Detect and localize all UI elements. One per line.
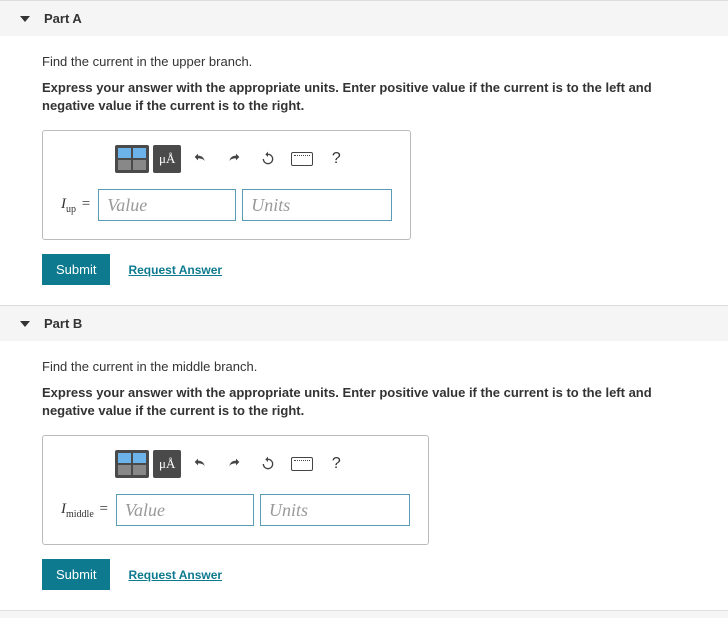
- reset-icon: [260, 456, 276, 472]
- undo-icon: [192, 151, 208, 167]
- fraction-template-button[interactable]: [115, 450, 149, 478]
- fraction-template-button[interactable]: [115, 145, 149, 173]
- keyboard-icon: [291, 152, 313, 166]
- part-b-body: Find the current in the middle branch. E…: [0, 341, 728, 610]
- part-b-answer-box: μÅ ? Imiddle: [42, 435, 429, 545]
- undo-button[interactable]: [185, 145, 215, 173]
- part-a-input-row: Iup =: [61, 189, 392, 221]
- help-icon: ?: [332, 455, 341, 473]
- redo-button[interactable]: [219, 145, 249, 173]
- part-a-body: Find the current in the upper branch. Ex…: [0, 36, 728, 305]
- var-subscript: up: [66, 204, 76, 215]
- keyboard-button[interactable]: [287, 450, 317, 478]
- part-b-section: Part B Find the current in the middle br…: [0, 305, 728, 610]
- undo-icon: [192, 456, 208, 472]
- part-a-instructions: Express your answer with the appropriate…: [42, 79, 708, 114]
- units-symbol-button[interactable]: μÅ: [153, 450, 181, 478]
- part-b-value-input[interactable]: [116, 494, 254, 526]
- part-a-units-input[interactable]: [242, 189, 392, 221]
- help-button[interactable]: ?: [321, 450, 351, 478]
- fraction-icon: [118, 453, 146, 475]
- part-a-variable-label: Iup =: [61, 196, 92, 215]
- equals-sign: =: [100, 501, 108, 517]
- part-a-prompt: Find the current in the upper branch.: [42, 54, 708, 69]
- units-symbol-button[interactable]: μÅ: [153, 145, 181, 173]
- part-b-actions: Submit Request Answer: [42, 559, 708, 590]
- reset-icon: [260, 151, 276, 167]
- part-a-value-input[interactable]: [98, 189, 236, 221]
- undo-button[interactable]: [185, 450, 215, 478]
- part-b-instructions: Express your answer with the appropriate…: [42, 384, 708, 419]
- part-a-header[interactable]: Part A: [0, 1, 728, 36]
- part-a-answer-box: μÅ ? Iup =: [42, 130, 411, 240]
- part-b-toolbar: μÅ ?: [115, 450, 410, 478]
- part-b-variable-label: Imiddle =: [61, 501, 110, 520]
- redo-icon: [226, 456, 242, 472]
- page-footer-gap: [0, 610, 728, 618]
- part-b-request-answer-link[interactable]: Request Answer: [128, 568, 222, 582]
- part-b-submit-button[interactable]: Submit: [42, 559, 110, 590]
- part-b-header[interactable]: Part B: [0, 306, 728, 341]
- reset-button[interactable]: [253, 450, 283, 478]
- redo-icon: [226, 151, 242, 167]
- part-a-title: Part A: [44, 11, 82, 26]
- equals-sign: =: [82, 196, 90, 212]
- chevron-down-icon: [20, 16, 30, 22]
- redo-button[interactable]: [219, 450, 249, 478]
- part-b-prompt: Find the current in the middle branch.: [42, 359, 708, 374]
- help-button[interactable]: ?: [321, 145, 351, 173]
- part-a-section: Part A Find the current in the upper bra…: [0, 0, 728, 305]
- part-a-actions: Submit Request Answer: [42, 254, 708, 285]
- part-a-request-answer-link[interactable]: Request Answer: [128, 263, 222, 277]
- var-subscript: middle: [66, 509, 94, 520]
- part-a-toolbar: μÅ ?: [115, 145, 392, 173]
- fraction-icon: [118, 148, 146, 170]
- reset-button[interactable]: [253, 145, 283, 173]
- part-b-input-row: Imiddle =: [61, 494, 410, 526]
- chevron-down-icon: [20, 321, 30, 327]
- part-b-title: Part B: [44, 316, 82, 331]
- keyboard-button[interactable]: [287, 145, 317, 173]
- part-b-units-input[interactable]: [260, 494, 410, 526]
- part-a-submit-button[interactable]: Submit: [42, 254, 110, 285]
- help-icon: ?: [332, 150, 341, 168]
- keyboard-icon: [291, 457, 313, 471]
